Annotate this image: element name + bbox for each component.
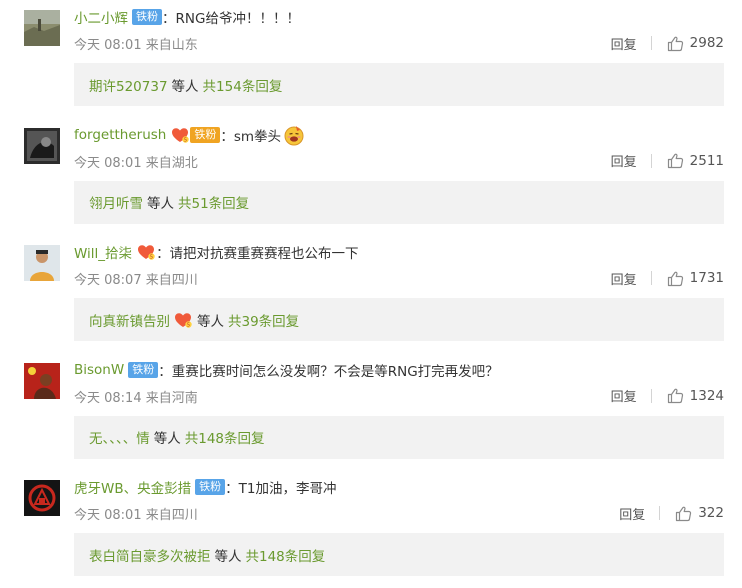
like-count: 1324 (689, 387, 724, 404)
comment-meta: 今天 08:01 来自四川 (74, 508, 198, 523)
thumbs-up-icon (667, 152, 684, 169)
comment-header: 虎牙WB、央金彭措 铁粉 ：T1加油，李哥冲 (74, 476, 726, 498)
comment-actions: 回复 2982 (611, 34, 724, 53)
comment-meta: 今天 08:01 来自山东 (74, 38, 198, 53)
fan-heart-icon: 5 (136, 242, 156, 262)
fan-heart-icon: 5 (170, 125, 190, 145)
thumbs-up-icon (667, 35, 684, 52)
total-replies-link[interactable]: 共148条回复 (185, 427, 265, 447)
reply-button[interactable]: 回复 (611, 151, 637, 170)
reply-summary-text: 等人 (197, 313, 224, 330)
comment-text: ：sm拳头 (220, 128, 282, 145)
comment-meta: 今天 08:07 来自四川 (74, 273, 198, 288)
fan-badge[interactable]: 铁粉 (128, 361, 159, 378)
like-button[interactable]: 2982 (667, 35, 724, 52)
thumbs-up-icon (667, 387, 684, 404)
total-replies-link[interactable]: 共39条回复 (228, 310, 299, 330)
fan-badge-group[interactable]: 5 (136, 242, 156, 262)
reply-summary-text: 等人 (214, 548, 242, 565)
replier-link[interactable]: 翎月听雪 (89, 192, 143, 212)
fan-heart-icon: 5 (173, 310, 193, 330)
reply-button[interactable]: 回复 (619, 504, 645, 523)
action-divider (650, 271, 652, 285)
fan-badge-group[interactable]: 5 铁粉 (170, 125, 221, 145)
comment-actions: 回复 1324 (611, 386, 724, 406)
reply-summary[interactable]: 无、、、、情 等人 共148条回复 (74, 415, 724, 459)
like-button[interactable]: 1324 (667, 387, 724, 404)
like-button[interactable]: 322 (675, 505, 724, 522)
reply-summary-text: 等人 (171, 78, 199, 95)
avatar[interactable] (24, 362, 60, 399)
svg-text:5: 5 (187, 322, 190, 328)
like-button[interactable]: 2511 (667, 152, 724, 169)
username-link[interactable]: Will_拾柒 (74, 242, 132, 262)
reply-summary[interactable]: 表白简自豪多次被拒 等人 共148条回复 (74, 533, 724, 576)
like-button[interactable]: 1731 (667, 270, 724, 287)
fan-badge: 铁粉 (190, 126, 221, 143)
comment-item: BisonW 铁粉 ：重赛比赛时间怎么没发啊？不会是等RNG打完再发吧？ 今天 … (0, 353, 742, 471)
total-replies-link[interactable]: 共154条回复 (203, 75, 283, 95)
reply-summary-text: 等人 (147, 196, 174, 212)
avatar[interactable] (24, 10, 60, 46)
comment-item: forgettherush 5 铁粉 ：sm拳头 今天 08:01 来自湖北 回… (0, 118, 742, 236)
username-link[interactable]: 虎牙WB、央金彭措 (74, 477, 191, 497)
comment-item: 小二小辉 铁粉 ：RNG给爷冲！！！！ 今天 08:01 来自山东 回复 298… (0, 0, 742, 118)
svg-text:5: 5 (184, 137, 187, 143)
username-link[interactable]: forgettherush (74, 127, 166, 143)
reply-summary[interactable]: 期许520737 等人 共154条回复 (74, 63, 724, 106)
total-replies-link[interactable]: 共51条回复 (178, 192, 249, 212)
comment-item: Will_拾柒 5 ：请把对抗赛重赛赛程也公布一下 今天 08:07 来自四川 … (0, 235, 742, 353)
comment-header: Will_拾柒 5 ：请把对抗赛重赛赛程也公布一下 (74, 241, 726, 263)
like-count: 322 (698, 505, 724, 521)
thumbs-up-icon (675, 505, 692, 522)
comment-item: 虎牙WB、央金彭措 铁粉 ：T1加油，李哥冲 今天 08:01 来自四川 回复 … (0, 470, 742, 588)
comment-meta: 今天 08:14 来自河南 (74, 390, 198, 406)
username-link[interactable]: BisonW (74, 362, 124, 378)
comment-text: ：T1加油，李哥冲 (225, 481, 337, 497)
avatar[interactable] (24, 245, 60, 281)
action-divider (650, 153, 652, 168)
comment-actions: 回复 322 (619, 504, 724, 523)
reply-button[interactable]: 回复 (611, 269, 637, 288)
comment-actions: 回复 2511 (611, 151, 724, 171)
avatar[interactable] (24, 127, 60, 164)
comment-text: ：请把对抗赛重赛赛程也公布一下 (156, 246, 359, 262)
replier-link[interactable]: 无、、、、情 (89, 427, 150, 447)
total-replies-link[interactable]: 共148条回复 (246, 545, 326, 565)
comment-text: ：RNG给爷冲！！！！ (162, 11, 300, 27)
reply-summary[interactable]: 向真新镇告别 5 等人 共39条回复 (74, 298, 724, 341)
svg-text:5: 5 (150, 254, 153, 260)
action-divider (650, 388, 652, 403)
doge-face-emoji (283, 124, 305, 146)
replier-link[interactable]: 向真新镇告别 (89, 310, 170, 330)
comment-meta: 今天 08:01 来自湖北 (74, 155, 198, 171)
action-divider (650, 36, 652, 50)
comment-header: BisonW 铁粉 ：重赛比赛时间怎么没发啊？不会是等RNG打完再发吧？ (74, 359, 726, 381)
like-count: 1731 (689, 270, 724, 286)
comment-header: forgettherush 5 铁粉 ：sm拳头 (74, 124, 726, 146)
comment-text: ：重赛比赛时间怎么没发啊？不会是等RNG打完再发吧？ (158, 363, 499, 380)
action-divider (659, 506, 661, 520)
reply-button[interactable]: 回复 (611, 34, 637, 53)
like-count: 2982 (689, 35, 724, 51)
fan-badge[interactable]: 铁粉 (195, 479, 226, 495)
comment-actions: 回复 1731 (611, 269, 724, 288)
avatar[interactable] (24, 480, 60, 516)
replier-link[interactable]: 表白简自豪多次被拒 (89, 545, 211, 565)
reply-button[interactable]: 回复 (611, 386, 637, 405)
comment-header: 小二小辉 铁粉 ：RNG给爷冲！！！！ (74, 6, 726, 28)
replier-link[interactable]: 期许520737 (89, 75, 168, 95)
reply-summary-text: 等人 (153, 431, 181, 447)
thumbs-up-icon (667, 270, 684, 287)
reply-summary[interactable]: 翎月听雪 等人 共51条回复 (74, 180, 724, 224)
like-count: 2511 (689, 152, 724, 169)
fan-badge[interactable]: 铁粉 (132, 9, 162, 25)
username-link[interactable]: 小二小辉 (74, 7, 128, 27)
